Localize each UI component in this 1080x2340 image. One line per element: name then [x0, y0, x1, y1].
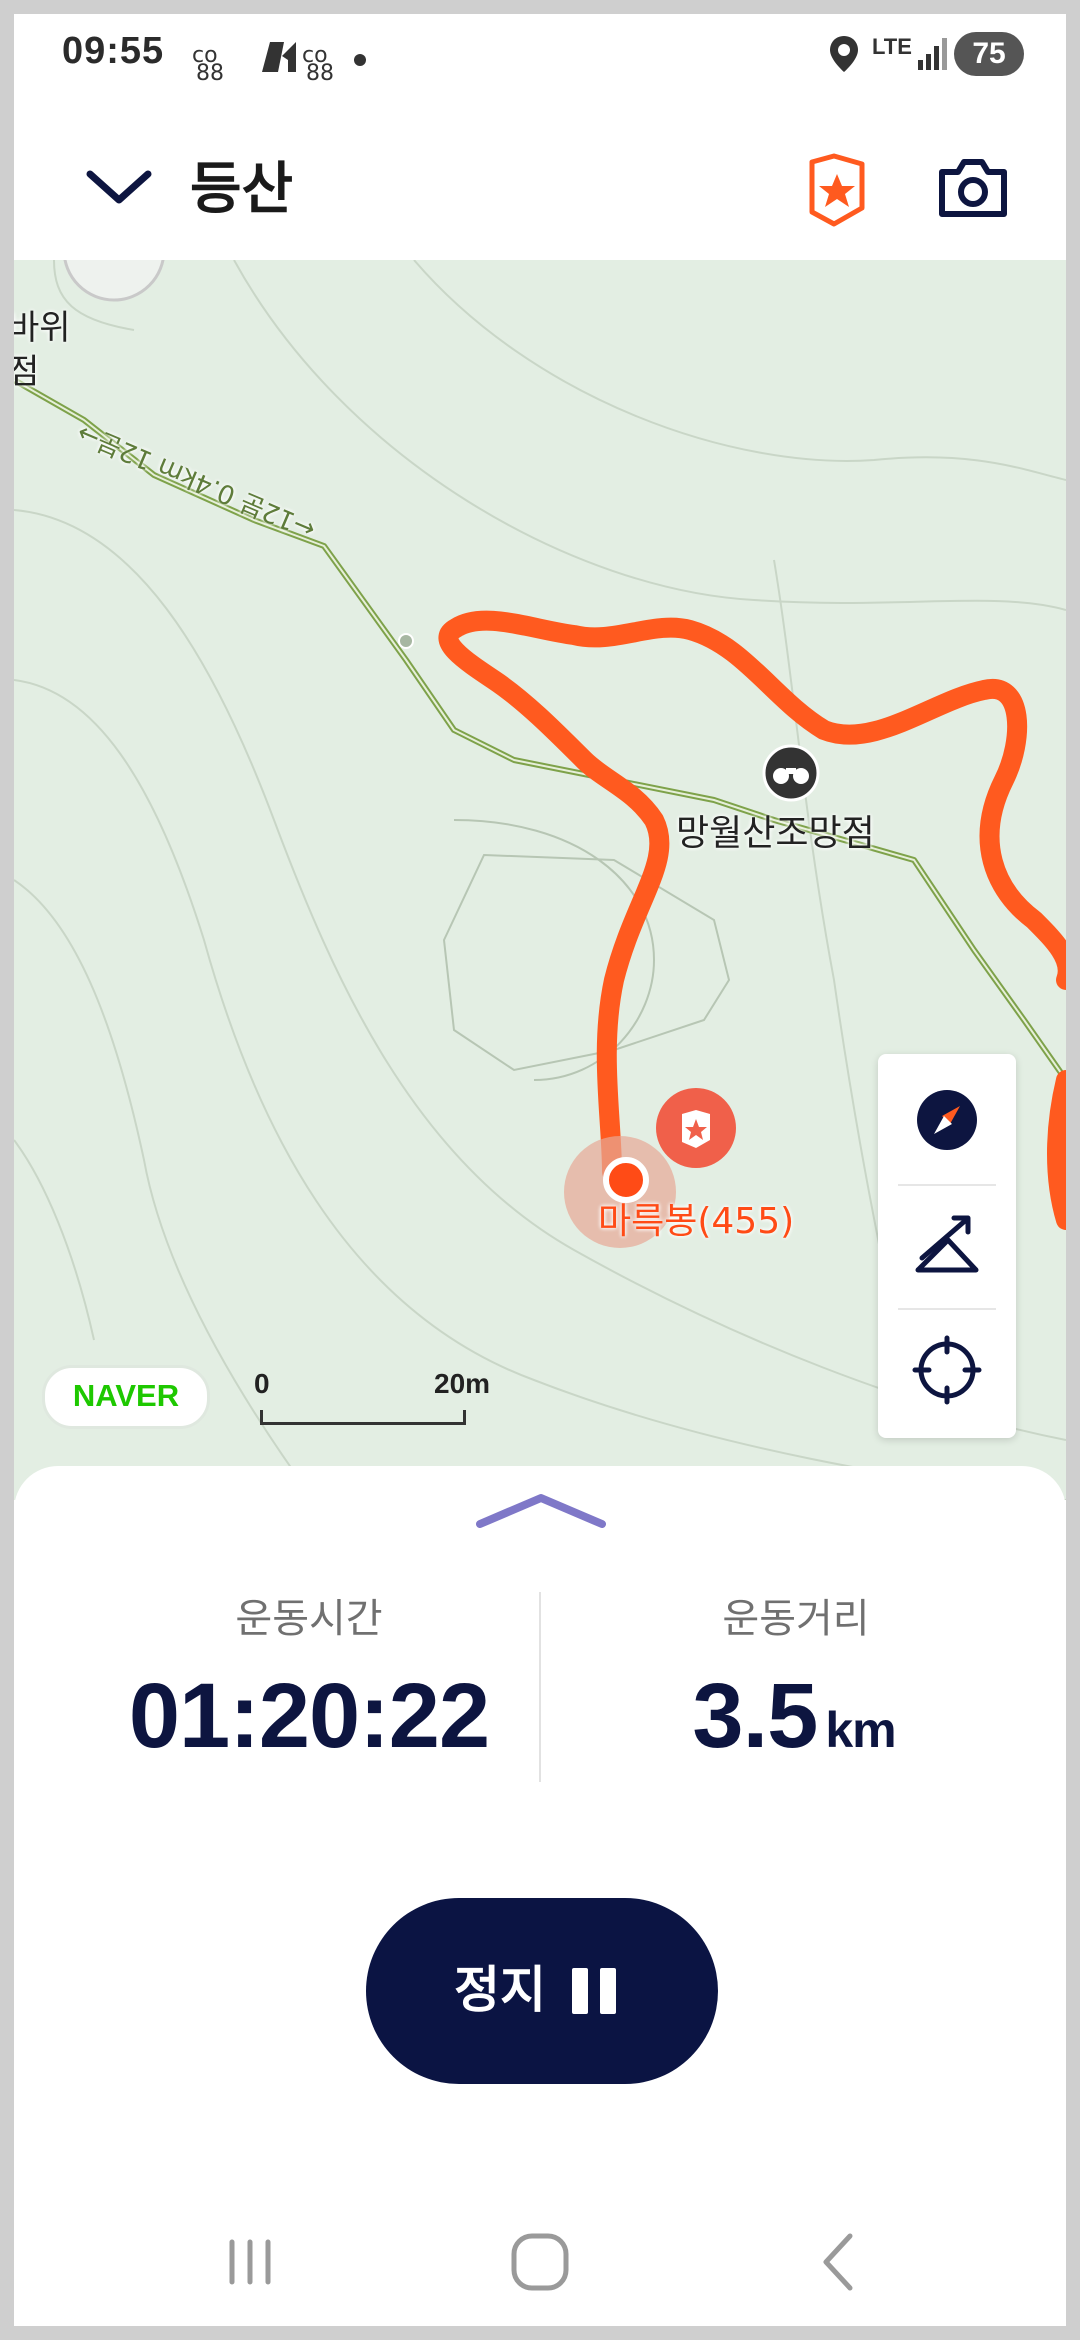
- home-icon[interactable]: [500, 2222, 580, 2302]
- peak-label[interactable]: 마륵봉(455): [598, 1192, 794, 1244]
- back-icon[interactable]: [798, 2222, 878, 2302]
- distance-display: 3.5 km: [574, 1664, 1014, 1769]
- scale-end-label: 20m: [434, 1368, 491, 1399]
- signal-icon: [918, 38, 947, 70]
- system-nav-bar: [14, 2204, 1066, 2326]
- locate-me-button[interactable]: [878, 1310, 1016, 1430]
- notification-icons: co 88 co 88: [192, 42, 366, 82]
- scale-bar: [260, 1410, 466, 1425]
- binoculars-icon[interactable]: [762, 744, 820, 802]
- scale-start-label: 0: [254, 1368, 270, 1399]
- app-screen: 09:55 co 88 co 88 LTE 75 등산 ←12분 0.4km 1…: [14, 14, 1066, 2326]
- compass-button[interactable]: [878, 1060, 1016, 1180]
- svg-text:88: 88: [196, 61, 224, 82]
- stop-button[interactable]: 정지: [366, 1898, 718, 2084]
- battery-indicator: 75: [954, 32, 1024, 76]
- distance-unit: km: [825, 1702, 896, 1758]
- chevron-down-icon[interactable]: [84, 164, 154, 208]
- workout-panel: 운동시간 01:20:22 운동거리 3.5 km 정지: [14, 1466, 1066, 2326]
- crosshair-icon: [912, 1335, 982, 1405]
- stop-button-label: 정지: [454, 1961, 546, 2019]
- compass-icon: [917, 1090, 977, 1150]
- place-label-partial-1: 바위: [14, 308, 71, 348]
- svg-text:88: 88: [306, 61, 334, 82]
- camera-icon[interactable]: [936, 156, 1010, 220]
- status-bar: 09:55 co 88 co 88 LTE 75: [14, 14, 1066, 104]
- place-label-partial-2: 점: [14, 352, 40, 392]
- mountain-badge-icon[interactable]: [804, 152, 870, 228]
- map-view[interactable]: ←12분 0.4km 12분→ 바위 점 망월산조망점 마륵봉(455) NAV…: [14, 260, 1066, 1500]
- elevation-icon: [915, 1215, 979, 1273]
- distance-label: 운동거리: [722, 1596, 870, 1642]
- pause-icon: [572, 1968, 616, 2014]
- naver-logo: NAVER: [42, 1365, 210, 1429]
- time-value: 01:20:22: [128, 1665, 490, 1767]
- panel-expand-handle[interactable]: [474, 1488, 608, 1532]
- location-icon: [830, 36, 858, 72]
- page-title: 등산: [190, 157, 294, 222]
- status-time: 09:55: [62, 30, 165, 72]
- elevation-button[interactable]: [878, 1186, 1016, 1306]
- recents-icon[interactable]: [210, 2222, 290, 2302]
- time-label: 운동시간: [235, 1596, 383, 1642]
- viewpoint-label[interactable]: 망월산조망점: [676, 804, 875, 856]
- app-header: 등산: [14, 104, 1066, 260]
- stats-divider: [539, 1592, 541, 1782]
- distance-value: 3.5: [692, 1665, 818, 1767]
- network-type: LTE: [872, 34, 912, 59]
- map-tools-panel: [878, 1054, 1016, 1438]
